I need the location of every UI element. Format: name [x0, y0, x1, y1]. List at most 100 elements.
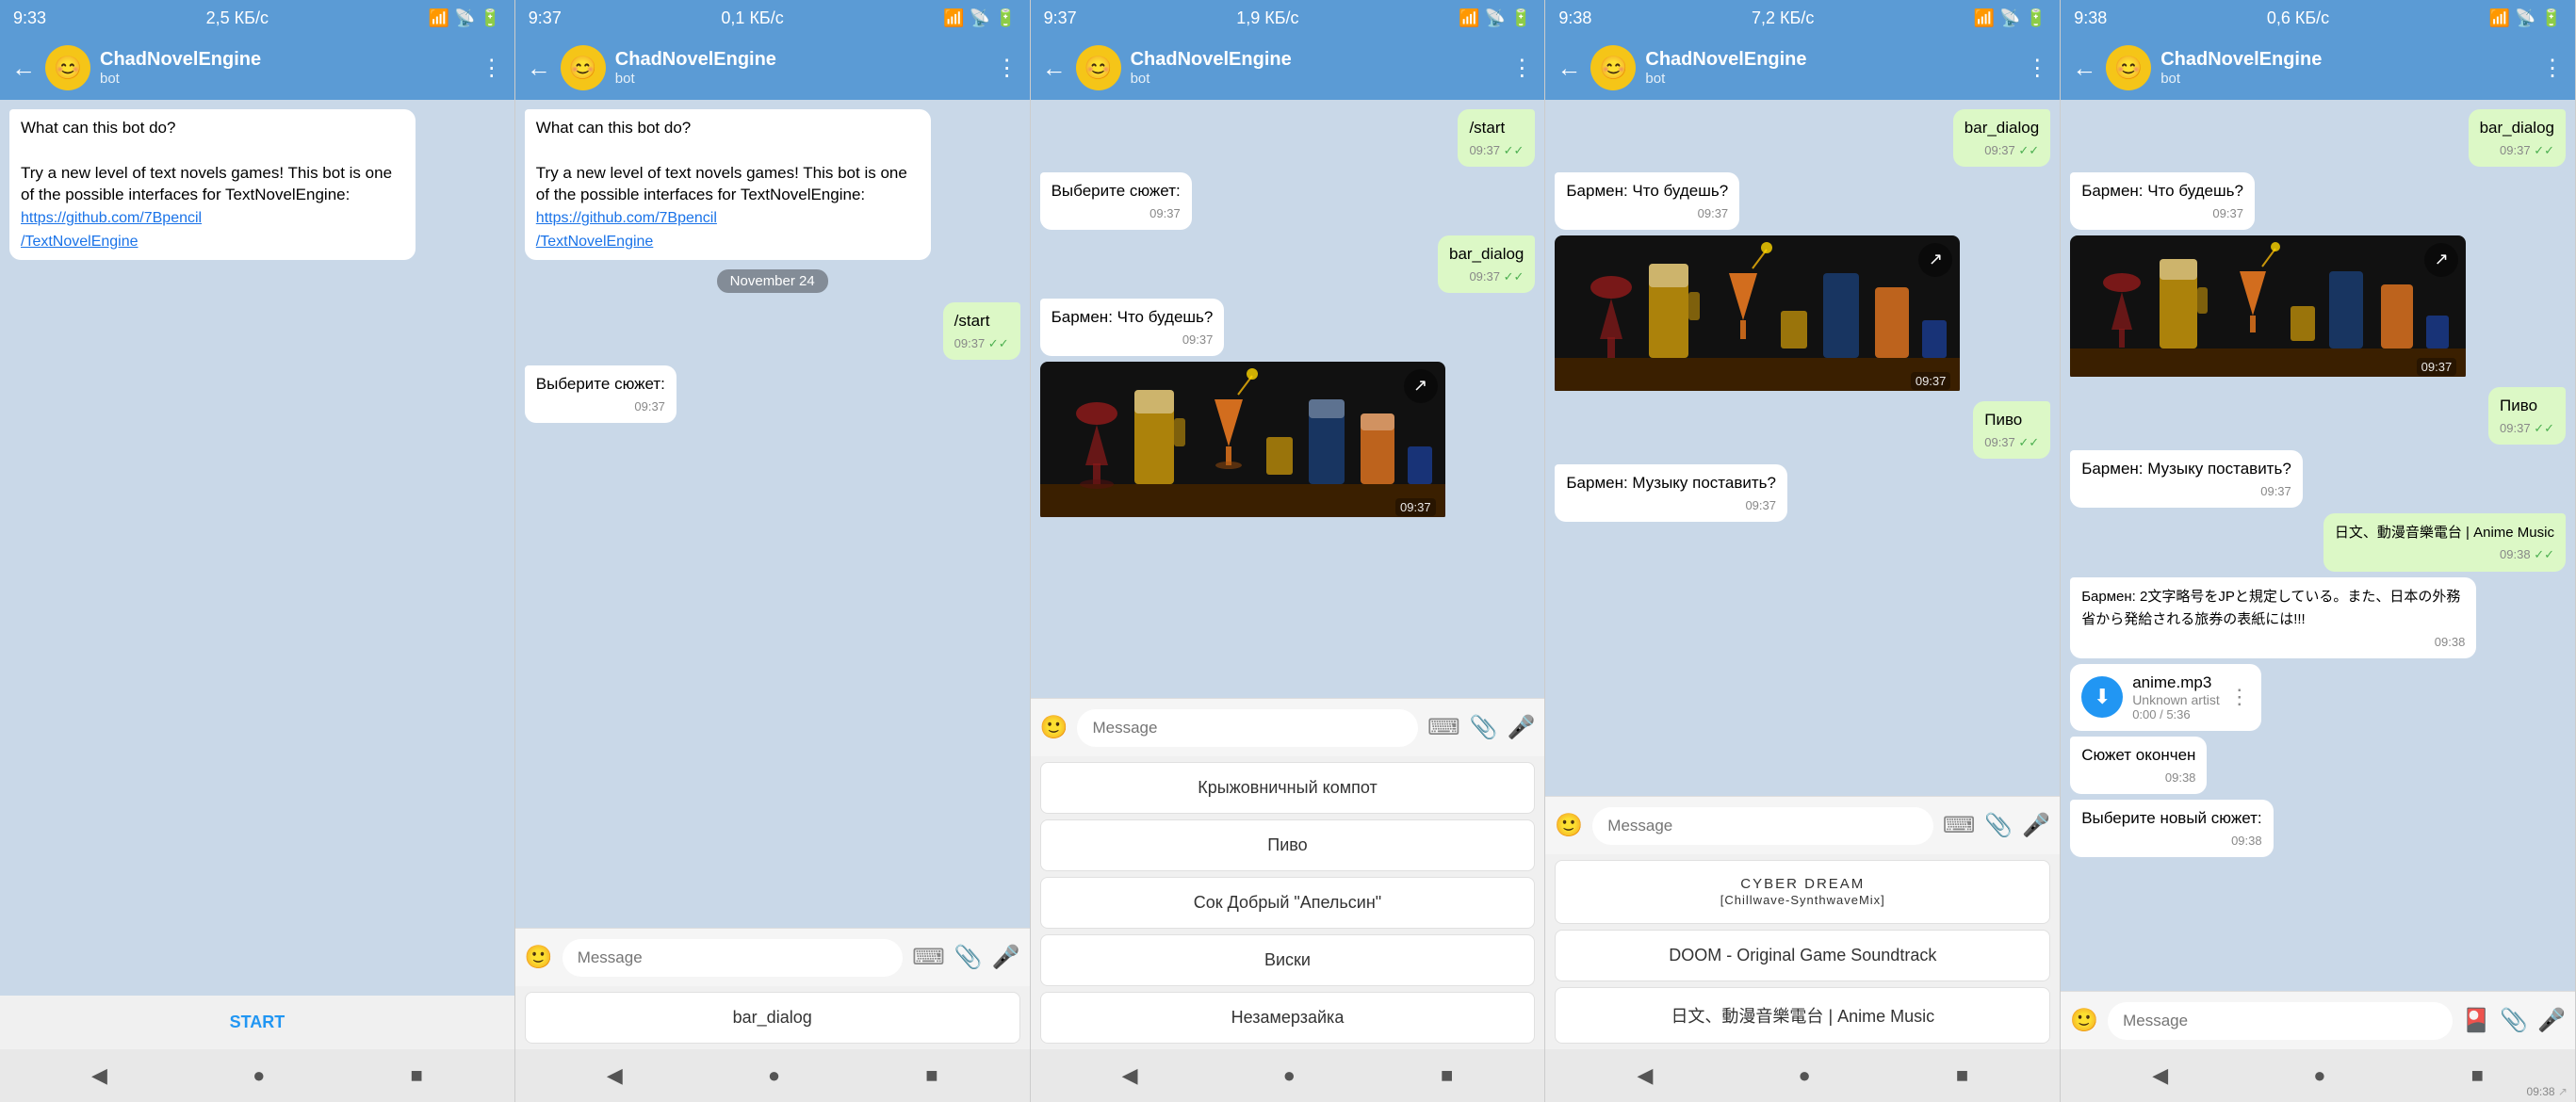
nav-back-5[interactable]: ◀: [2152, 1063, 2168, 1088]
avatar-4: 😊: [1590, 45, 1636, 90]
keyboard-btn-3-5[interactable]: Незамерзайка: [1040, 992, 1536, 1044]
chat-info-1: ChadNovelEngine bot: [100, 49, 471, 87]
msg-time-2-2: 09:37 ✓✓: [954, 335, 1009, 352]
keyboard-4: CYBER DREAM[Chillwave-SynthwaveMix] DOOM…: [1545, 854, 2060, 1049]
attach-icon-2[interactable]: 📎: [954, 944, 983, 971]
keyboard-btn-3-3[interactable]: Сок Добрый "Апельсин": [1040, 877, 1536, 929]
keyboard-icon-3[interactable]: ⌨: [1427, 714, 1460, 741]
nav-home-4[interactable]: ●: [1798, 1063, 1810, 1088]
nav-home-2[interactable]: ●: [768, 1063, 780, 1088]
msg-text-3-3: bar_dialog: [1449, 245, 1524, 263]
chat-name-1: ChadNovelEngine: [100, 49, 471, 71]
more-button-5[interactable]: ⋮: [2541, 55, 2564, 82]
msg-time-4-1: 09:37 ✓✓: [1965, 142, 2039, 159]
message-input-4[interactable]: [1592, 807, 1932, 845]
keyboard-icon-2[interactable]: ⌨: [912, 944, 945, 971]
back-button-1[interactable]: ←: [11, 54, 36, 83]
back-button-2[interactable]: ←: [527, 54, 551, 83]
emoji-icon-3[interactable]: 🙂: [1040, 714, 1068, 741]
nav-square-4[interactable]: ■: [1956, 1063, 1968, 1088]
emoji-icon-4[interactable]: 🙂: [1555, 812, 1583, 839]
mic-icon-4[interactable]: 🎤: [2022, 812, 2050, 839]
status-time-2: 9:37: [529, 8, 562, 28]
nav-home-3[interactable]: ●: [1283, 1063, 1296, 1088]
link-1[interactable]: https://github.com/7Bpencil/TextNovelEng…: [21, 210, 202, 249]
attach-icon-3[interactable]: 📎: [1470, 714, 1498, 741]
msg-text-3-2: Выберите сюжет:: [1052, 182, 1181, 200]
keyboard-btn-2-1[interactable]: bar_dialog: [525, 992, 1020, 1044]
nav-bar-1: ◀ ● ■: [0, 1049, 514, 1102]
avatar-2: 😊: [561, 45, 606, 90]
start-button[interactable]: START: [0, 996, 514, 1049]
nav-home-1[interactable]: ●: [253, 1063, 265, 1088]
nav-square-3[interactable]: ■: [1441, 1063, 1453, 1088]
more-button-3[interactable]: ⋮: [1510, 55, 1533, 82]
emoji-icon-5[interactable]: 🙂: [2070, 1007, 2098, 1034]
message-input-5[interactable]: [2108, 1002, 2453, 1040]
keyboard-icon-4[interactable]: ⌨: [1943, 812, 1976, 839]
chat-name-5: ChadNovelEngine: [2160, 49, 2532, 71]
nav-back-4[interactable]: ◀: [1637, 1063, 1653, 1088]
keyboard-btn-4-3[interactable]: 日文、動漫音樂電台 | Anime Music: [1555, 987, 2050, 1044]
msg-time-5-5: 09:37: [2081, 483, 2291, 500]
nav-square-5[interactable]: ■: [2471, 1063, 2484, 1088]
keyboard-btn-3-2[interactable]: Пиво: [1040, 819, 1536, 871]
keyboard-btn-3-1[interactable]: Крыжовничный компот: [1040, 762, 1536, 814]
back-button-4[interactable]: ←: [1557, 54, 1581, 83]
back-button-3[interactable]: ←: [1042, 54, 1067, 83]
chat-body-5: bar_dialog 09:37 ✓✓ Бармен: Что будешь? …: [2061, 100, 2575, 991]
msg-time-5-10: 09:38: [2081, 833, 2261, 850]
chat-header-3: ← 😊 ChadNovelEngine bot ⋮: [1031, 36, 1545, 100]
share-button-5[interactable]: ↗: [2424, 243, 2458, 277]
keyboard-btn-4-2[interactable]: DOOM - Original Game Soundtrack: [1555, 930, 2050, 981]
attach-icon-5[interactable]: 📎: [2500, 1007, 2528, 1034]
share-button-3[interactable]: ↗: [1404, 369, 1438, 403]
keyboard-btn-3-4[interactable]: Виски: [1040, 934, 1536, 986]
msg-text-4-5: Бармен: Музыку поставить?: [1566, 474, 1776, 492]
nav-back-3[interactable]: ◀: [1122, 1063, 1138, 1088]
message-4-1: bar_dialog 09:37 ✓✓: [1953, 109, 2050, 167]
more-button-4[interactable]: ⋮: [2026, 55, 2048, 82]
message-input-2[interactable]: [562, 939, 903, 977]
message-5-10: Выберите новый сюжет: 09:38: [2070, 800, 2273, 857]
chat-info-2: ChadNovelEngine bot: [615, 49, 986, 87]
audio-play-icon[interactable]: ⬇: [2081, 676, 2123, 718]
message-5-1: bar_dialog 09:37 ✓✓: [2469, 109, 2566, 167]
mic-icon-2[interactable]: 🎤: [992, 944, 1020, 971]
msg-time-4-4: 09:37 ✓✓: [1984, 434, 2039, 451]
msg-time-5-6: 09:38 ✓✓: [2335, 546, 2554, 563]
emoji-icon-2[interactable]: 🙂: [525, 944, 553, 971]
audio-more-5[interactable]: ⋮: [2229, 685, 2250, 709]
status-info-1: 2,5 КБ/с: [206, 8, 269, 28]
msg-time-2-3: 09:37: [536, 398, 665, 415]
msg-text-3-4: Бармен: Что будешь?: [1052, 308, 1214, 326]
back-button-5[interactable]: ←: [2072, 54, 2096, 83]
message-input-3[interactable]: [1077, 709, 1417, 747]
nav-square-1[interactable]: ■: [410, 1063, 422, 1088]
keyboard-1: START: [0, 996, 514, 1049]
nav-home-5[interactable]: ●: [2313, 1063, 2325, 1088]
image-message-4: 09:37 ↗: [1555, 235, 1960, 396]
nav-square-2[interactable]: ■: [925, 1063, 937, 1088]
msg-input-bar-5: 🙂 🎴 📎 🎤: [2061, 991, 2575, 1049]
msg-time-5-7: 09:38: [2081, 634, 2465, 651]
more-button-2[interactable]: ⋮: [996, 55, 1019, 82]
chat-status-5: bot: [2160, 71, 2532, 87]
status-icons-2: 📶 📡 🔋: [943, 8, 1016, 28]
nav-back-1[interactable]: ◀: [91, 1063, 107, 1088]
link-2[interactable]: https://github.com/7Bpencil/TextNovelEng…: [536, 210, 717, 249]
mic-icon-3[interactable]: 🎤: [1508, 714, 1536, 741]
attach-icon-4[interactable]: 📎: [1984, 812, 2013, 839]
nav-bar-5: ◀ ● ■: [2061, 1049, 2575, 1102]
msg-input-bar-3: 🙂 ⌨ 📎 🎤: [1031, 698, 1545, 756]
sticker-icon-5[interactable]: 🎴: [2462, 1007, 2490, 1034]
msg-text-5-10: Выберите новый сюжет:: [2081, 809, 2261, 827]
keyboard-2: bar_dialog: [515, 986, 1030, 1049]
keyboard-btn-4-1[interactable]: CYBER DREAM[Chillwave-SynthwaveMix]: [1555, 860, 2050, 924]
nav-bar-2: ◀ ● ■: [515, 1049, 1030, 1102]
status-bar-3: 9:37 1,9 КБ/с 📶 📡 🔋: [1031, 0, 1545, 36]
nav-back-2[interactable]: ◀: [607, 1063, 623, 1088]
more-button-1[interactable]: ⋮: [481, 55, 503, 82]
message-1-1: What can this bot do?Try a new level of …: [9, 109, 416, 260]
mic-icon-5[interactable]: 🎤: [2537, 1007, 2566, 1034]
